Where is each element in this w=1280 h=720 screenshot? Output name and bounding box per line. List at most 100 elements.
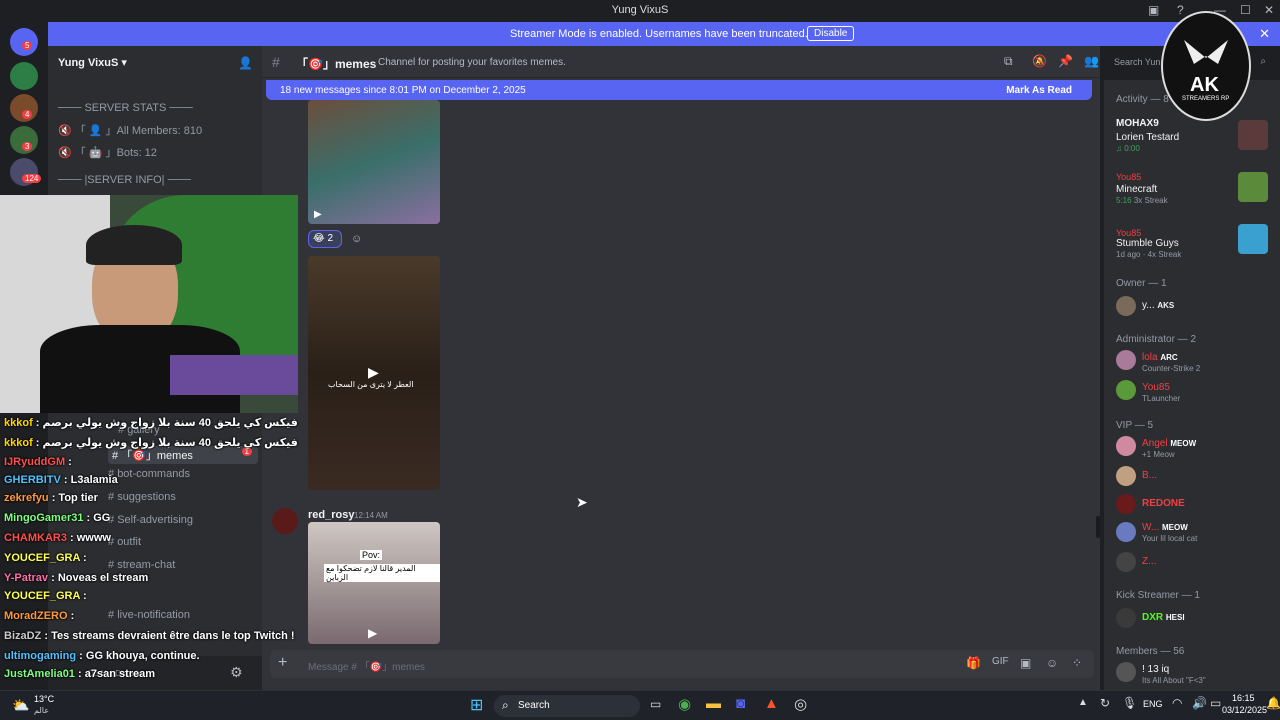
server-name[interactable]: Yung VixuS ▾: [58, 56, 127, 69]
activity-meta: ♫ 0:00: [1116, 144, 1140, 153]
stream-chat-user: BizaDZ: [4, 630, 42, 642]
channel-header: # 「🎯」memes Channel for posting your favo…: [262, 46, 1100, 78]
member-status: Its All About "F<3": [1142, 676, 1206, 685]
sticker-icon[interactable]: ▣: [1020, 656, 1031, 670]
stream-chat-line: BizaDZ : Tes streams devraient être dans…: [4, 630, 295, 642]
clock-time[interactable]: 16:15: [1232, 693, 1255, 703]
brave-icon[interactable]: ▲: [764, 695, 779, 712]
member-item[interactable]: Z...: [1142, 556, 1156, 567]
new-messages-bar[interactable]: 18 new messages since 8:01 PM on Decembe…: [266, 80, 1092, 100]
mouse-cursor: ➤: [576, 494, 588, 510]
discord-taskbar-icon[interactable]: ◙: [736, 695, 745, 712]
stream-chat-message: GG khouya, continue.: [85, 650, 200, 662]
stream-chat-line: Y-Patrav : Noveas el stream: [4, 572, 149, 584]
avatar[interactable]: [1116, 296, 1136, 316]
activity-user[interactable]: MOHAX9: [1116, 118, 1159, 129]
member-item[interactable]: lola ARC: [1142, 352, 1178, 363]
pin-icon[interactable]: 📌: [1058, 54, 1073, 68]
app-icon[interactable]: ◎: [794, 695, 807, 713]
avatar[interactable]: [1116, 380, 1136, 400]
battery-icon[interactable]: ▭: [1210, 696, 1221, 710]
stream-chat-user: GHERBITV: [4, 474, 61, 486]
member-item[interactable]: W... MEOW: [1142, 522, 1188, 533]
volume-icon[interactable]: 🔊: [1192, 696, 1207, 710]
stream-chat-user: YOUCEF_GRA: [4, 552, 80, 564]
activity-user[interactable]: You85: [1116, 228, 1141, 238]
member-list-icon[interactable]: 👥: [1084, 54, 1099, 68]
language-indicator[interactable]: ENG: [1143, 699, 1163, 709]
member-item[interactable]: y... AKS: [1142, 300, 1174, 311]
apps-icon[interactable]: ⁘: [1072, 656, 1082, 670]
activity-user[interactable]: You85: [1116, 172, 1141, 182]
scrollbar[interactable]: [1096, 516, 1100, 538]
avatar[interactable]: [1116, 436, 1136, 456]
window-title: Yung VixuS: [611, 4, 669, 16]
add-reaction-icon[interactable]: ☺: [351, 233, 362, 245]
chevron-up-icon[interactable]: ▲: [1078, 697, 1088, 708]
video-attachment[interactable]: Pov: المدير قالنا لازم تضحكوا مع الزباين…: [308, 522, 440, 644]
message-composer[interactable]: + Message # 「🎯」memes 🎁 GIF ▣ ☺ ⁘: [270, 650, 1094, 678]
member-item[interactable]: Angel MEOW: [1142, 438, 1196, 449]
notification-bell-icon[interactable]: 🔕: [1032, 54, 1047, 68]
search-icon: ⌕: [1260, 56, 1266, 67]
weather-temp: 13°C: [34, 694, 55, 704]
server-icon[interactable]: [10, 62, 38, 90]
close-banner-icon[interactable]: ✕: [1259, 26, 1270, 42]
member-item[interactable]: DXR HESI: [1142, 612, 1185, 623]
webcam-overlay: [0, 195, 298, 413]
reaction-button[interactable]: 😂 2: [308, 230, 342, 248]
stream-chat-line: MingoGamer31 : GG: [4, 512, 111, 524]
avatar[interactable]: [1116, 608, 1136, 628]
member-item[interactable]: ! 13 iq: [1142, 664, 1169, 675]
avatar[interactable]: [1116, 466, 1136, 486]
member-item[interactable]: B...: [1142, 470, 1157, 481]
video-attachment[interactable]: ▶ العطر لا يترى من السحاب: [308, 256, 440, 490]
gif-icon[interactable]: GIF: [992, 656, 1009, 667]
threads-icon[interactable]: ⧉: [1004, 54, 1013, 69]
notification-icon[interactable]: 🔔: [1266, 696, 1280, 710]
avatar[interactable]: [1116, 522, 1136, 542]
activity-title: Lorien Testard: [1116, 132, 1180, 143]
inbox-icon[interactable]: ▣: [1148, 3, 1159, 17]
category-server-info[interactable]: ─── |SERVER INFO| ───: [58, 174, 191, 186]
avatar[interactable]: [1116, 494, 1136, 514]
play-icon[interactable]: ▶: [368, 626, 377, 640]
member-group-header: Administrator — 2: [1116, 334, 1197, 345]
category-server-stats[interactable]: ─── SERVER STATS ───: [58, 102, 193, 114]
file-explorer-icon[interactable]: ▬: [706, 695, 721, 712]
member-item[interactable]: REDONE: [1142, 498, 1185, 509]
stream-chat-line: YOUCEF_GRA :: [4, 552, 87, 564]
stumble-guys-icon: [1238, 224, 1268, 254]
add-friend-icon[interactable]: 👤: [238, 56, 253, 70]
avatar[interactable]: [1116, 552, 1136, 572]
member-item[interactable]: You85: [1142, 382, 1170, 393]
task-view-icon[interactable]: ▭: [650, 697, 661, 711]
emoji-icon[interactable]: ☺: [1046, 656, 1058, 670]
activity-art: [1238, 120, 1268, 150]
avatar[interactable]: [1116, 350, 1136, 370]
clock-date[interactable]: 03/12/2025: [1222, 705, 1267, 715]
chrome-icon[interactable]: ◉: [678, 695, 691, 713]
play-icon[interactable]: ▶: [314, 209, 322, 220]
disable-button[interactable]: Disable: [807, 26, 855, 41]
video-attachment[interactable]: ▶: [308, 100, 440, 224]
gift-icon[interactable]: 🎁: [966, 656, 981, 670]
windows-start-icon[interactable]: ⊞: [470, 695, 483, 715]
message-input-placeholder[interactable]: Message # 「🎯」memes: [308, 658, 425, 673]
play-icon[interactable]: ▶: [368, 364, 379, 381]
stream-chat-message: a7san stream: [84, 668, 156, 680]
microphone-icon[interactable]: 🎙: [1122, 696, 1137, 710]
mark-as-read-button[interactable]: Mark As Read: [1006, 85, 1072, 96]
avatar[interactable]: [1116, 662, 1136, 682]
stream-chat-line: JustAmelia01 : a7san stream: [4, 668, 156, 680]
message-author[interactable]: red_rosy: [308, 509, 354, 521]
taskbar-search[interactable]: ⌕ Search: [494, 695, 640, 717]
wifi-icon[interactable]: ◠: [1172, 696, 1182, 710]
sync-icon[interactable]: ↻: [1100, 696, 1110, 710]
channel-item[interactable]: 🔇 「 🤖 」Bots: 12: [58, 144, 157, 160]
weather-icon[interactable]: ⛅: [12, 697, 29, 714]
channel-item[interactable]: 🔇 「 👤 」All Members: 810: [58, 122, 202, 138]
close-window-button[interactable]: ✕: [1264, 3, 1274, 17]
stream-chat-line: IJRyuddGM :: [4, 456, 72, 468]
stream-chat-user: MoradZERO: [4, 610, 68, 622]
